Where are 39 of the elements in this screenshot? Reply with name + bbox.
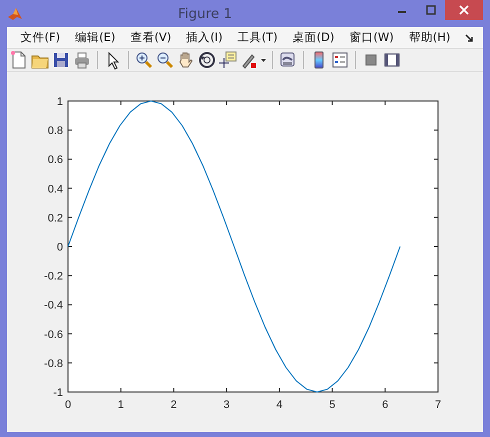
- tick-label: 0.2: [48, 212, 63, 224]
- tick-label: 5: [329, 399, 336, 411]
- tick-label: -0.2: [44, 270, 63, 283]
- dock-icon[interactable]: [465, 34, 474, 42]
- tick-label: 4: [276, 399, 282, 411]
- menu-item[interactable]: 帮助(H): [401, 30, 458, 45]
- tick-label: 1: [118, 399, 124, 411]
- zoom-in-icon[interactable]: [134, 50, 154, 70]
- menu-item[interactable]: 窗口(W): [342, 30, 402, 45]
- menu-item[interactable]: 桌面(D): [285, 30, 342, 45]
- legend-icon[interactable]: [330, 50, 350, 70]
- save-icon[interactable]: [51, 50, 71, 70]
- tick-label: -1: [53, 387, 63, 399]
- tick-label: 6: [382, 399, 388, 411]
- menu-item[interactable]: 文件(F): [13, 30, 68, 45]
- tick-label: 7: [434, 399, 442, 411]
- data-cursor-icon[interactable]: [218, 50, 238, 70]
- tick-label: -0.4: [44, 300, 63, 312]
- rotate-icon[interactable]: [197, 50, 217, 70]
- menu-item[interactable]: 查看(V): [122, 30, 179, 45]
- window-title: Figure 1: [176, 6, 234, 22]
- menu-item[interactable]: 工具(T): [230, 30, 286, 45]
- tick-label: 2: [170, 399, 177, 411]
- menu-item[interactable]: 编辑(E): [68, 30, 123, 45]
- tick-label: 0.4: [48, 183, 63, 196]
- menu-item[interactable]: 插入(I): [178, 30, 230, 45]
- tick-label: 0.8: [48, 125, 63, 138]
- tick-label: 0: [64, 399, 72, 411]
- tick-label: -0.8: [44, 358, 63, 370]
- tick-label: 0: [56, 242, 63, 254]
- tick-label: 3: [224, 399, 230, 411]
- tick-label: 0.6: [48, 154, 63, 166]
- zoom-out-icon[interactable]: [155, 50, 175, 70]
- tick-label: 1: [56, 96, 63, 108]
- tick-label: -0.6: [44, 328, 63, 341]
- close-icon[interactable]: [459, 5, 469, 15]
- print-icon[interactable]: [72, 50, 92, 70]
- app-icon: [7, 6, 23, 22]
- maximize-icon[interactable]: [426, 5, 436, 15]
